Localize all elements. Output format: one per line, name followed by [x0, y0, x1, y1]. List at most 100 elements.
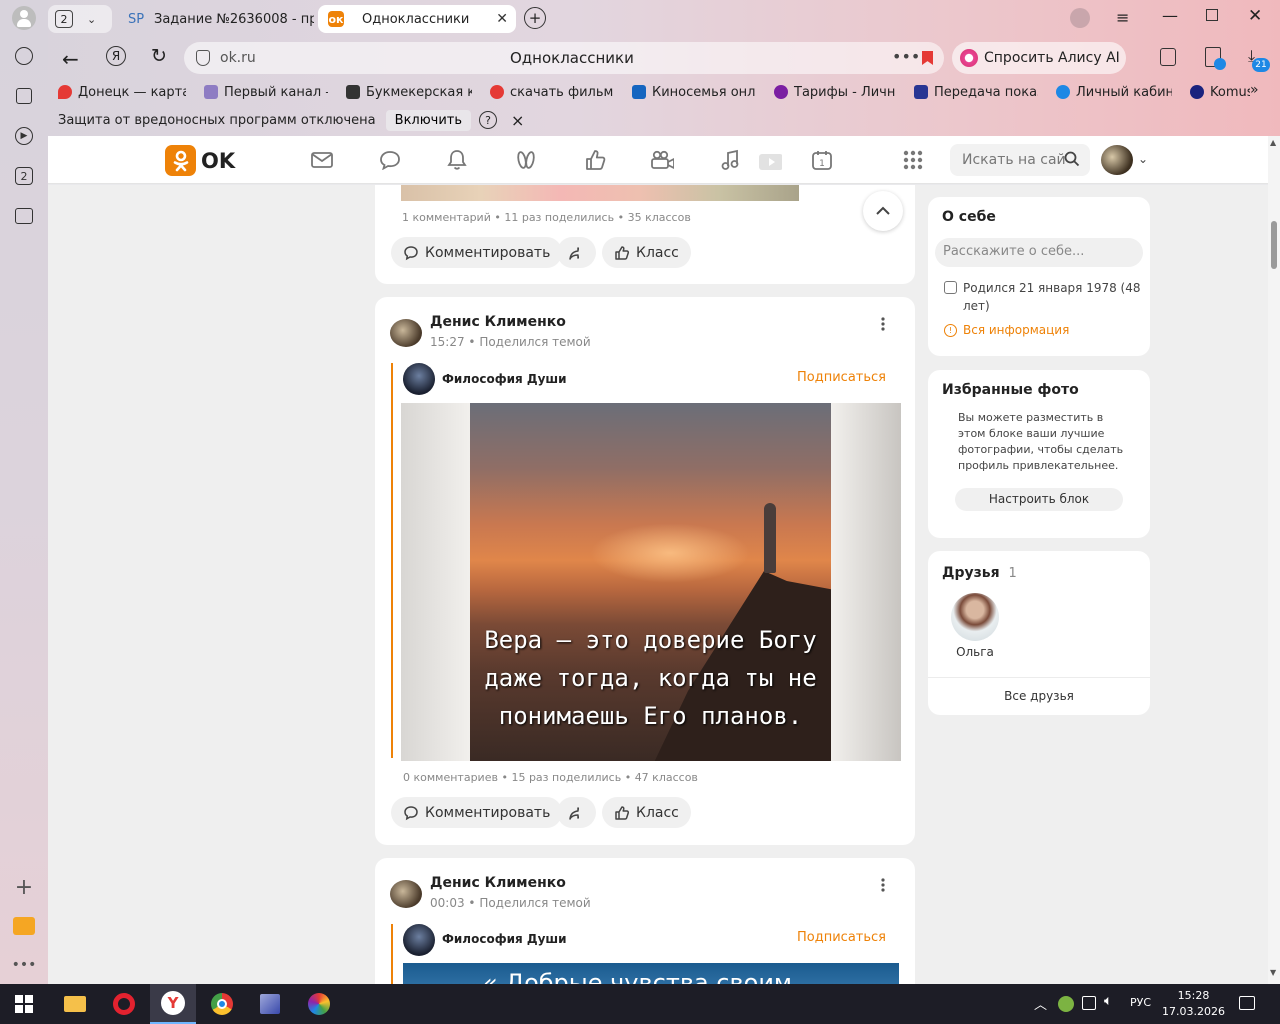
- close-tab-icon[interactable]: ✕: [496, 11, 508, 27]
- bookmark-item[interactable]: скачать фильмы 2: [490, 82, 614, 102]
- dismiss-icon[interactable]: ×: [511, 111, 524, 130]
- bookmark-item[interactable]: Тарифы - Личный: [774, 82, 896, 102]
- profile-chevron-icon[interactable]: ⌄: [1138, 152, 1148, 166]
- back-icon[interactable]: ←: [62, 47, 79, 71]
- tab-task[interactable]: SP Задание №2636008 - про: [118, 5, 314, 33]
- menu-icon[interactable]: ≡: [1116, 8, 1129, 27]
- group-avatar[interactable]: [403, 924, 435, 956]
- like-button[interactable]: Класс: [602, 797, 691, 828]
- profile-avatar[interactable]: [1101, 145, 1133, 175]
- friends-title[interactable]: Друзья 1: [942, 565, 1017, 581]
- collections-rail-icon[interactable]: [12, 84, 36, 108]
- bookmark-item[interactable]: Киносемья онлай: [632, 82, 756, 102]
- scrollbar-thumb[interactable]: [1271, 221, 1277, 269]
- image-viewer-icon[interactable]: [256, 990, 284, 1018]
- more-icon[interactable]: •••: [892, 47, 920, 66]
- system-clock[interactable]: 15:28 17.03.2026: [1162, 988, 1225, 1020]
- collections-icon[interactable]: [1160, 48, 1176, 66]
- group-name[interactable]: Философия Души: [442, 372, 567, 386]
- friend-name[interactable]: Ольга: [928, 645, 1022, 659]
- scroll-top-button[interactable]: [863, 191, 903, 231]
- enable-protection-button[interactable]: Включить: [385, 109, 472, 131]
- music-icon[interactable]: [718, 148, 742, 172]
- post-image[interactable]: « Добрые чувства своим: [403, 963, 899, 984]
- group-name[interactable]: Философия Души: [442, 932, 567, 946]
- configure-block-button[interactable]: Настроить блок: [955, 488, 1123, 511]
- scroll-down-arrow[interactable]: ▼: [1270, 968, 1276, 977]
- subscribe-button[interactable]: Подписаться: [797, 370, 886, 385]
- color-app-icon[interactable]: [305, 990, 333, 1018]
- post-author[interactable]: Денис Клименко: [430, 875, 566, 891]
- yandex-icon[interactable]: Я: [106, 46, 126, 66]
- chrome-icon[interactable]: [208, 990, 236, 1018]
- mail-icon[interactable]: [310, 148, 334, 172]
- author-avatar[interactable]: [390, 319, 422, 347]
- windows-start-icon[interactable]: [10, 990, 38, 1018]
- page-scrollbar[interactable]: ▲ ▼: [1268, 136, 1280, 984]
- bookmark-icon[interactable]: [922, 51, 933, 65]
- subscribe-button[interactable]: Подписаться: [797, 930, 886, 945]
- bookmark-item[interactable]: Komus: [1190, 82, 1250, 102]
- bookmarks-overflow-icon[interactable]: »: [1250, 82, 1259, 98]
- comment-button[interactable]: Комментировать: [391, 797, 563, 828]
- tab-count-button[interactable]: 2 ⌄: [48, 5, 112, 33]
- notifications-icon[interactable]: [1239, 996, 1255, 1010]
- bookmark-item[interactable]: Передача показа: [914, 82, 1038, 102]
- bell-icon[interactable]: [445, 148, 469, 172]
- guests-icon[interactable]: [514, 148, 538, 172]
- ok-logo[interactable]: OK: [165, 145, 235, 176]
- search-icon[interactable]: [1064, 151, 1080, 171]
- extension-icon[interactable]: [1205, 47, 1226, 70]
- scroll-up-arrow[interactable]: ▲: [1270, 138, 1276, 147]
- add-icon[interactable]: +: [12, 875, 36, 900]
- bookmark-item[interactable]: Первый канал —: [204, 82, 328, 102]
- tray-chevron-icon[interactable]: ︿: [1034, 994, 1047, 1013]
- history-icon[interactable]: [12, 44, 36, 68]
- tab-odnoklassniki[interactable]: ок Одноклассники ✕: [318, 5, 516, 33]
- bookmark-item[interactable]: Личный кабинет: [1056, 82, 1172, 102]
- ok-search-input[interactable]: Искать на сай: [950, 144, 1090, 176]
- tab-count-rail[interactable]: 2: [12, 164, 36, 188]
- language-indicator[interactable]: РУС: [1130, 996, 1151, 1009]
- play-icon[interactable]: ▶: [12, 124, 36, 148]
- more-rail-icon[interactable]: •••: [12, 953, 37, 977]
- mail-app-icon[interactable]: [12, 914, 36, 938]
- all-friends-link[interactable]: Все друзья: [928, 689, 1150, 703]
- yandex-browser-icon[interactable]: Y: [150, 984, 196, 1024]
- reload-icon[interactable]: ↻: [151, 45, 167, 67]
- alice-button[interactable]: Спросить Алису AI: [952, 42, 1126, 74]
- group-avatar[interactable]: [403, 363, 435, 395]
- share-button[interactable]: [557, 237, 596, 268]
- about-input[interactable]: Расскажите о себе...: [935, 238, 1143, 267]
- post-image[interactable]: Вера – это доверие Богу даже тогда, когд…: [401, 403, 901, 761]
- share-button[interactable]: [557, 797, 596, 828]
- like-button[interactable]: Класс: [602, 237, 691, 268]
- security-tray-icon[interactable]: [1058, 996, 1074, 1012]
- all-info-link[interactable]: Вся информация: [963, 323, 1069, 337]
- bookmark-item[interactable]: Донецк — карта,: [58, 82, 186, 102]
- comment-button[interactable]: Комментировать: [391, 237, 563, 268]
- help-icon[interactable]: ?: [479, 111, 498, 129]
- restore-icon[interactable]: [1206, 9, 1218, 21]
- address-bar[interactable]: ok.ru Одноклассники •••: [184, 42, 944, 74]
- network-icon[interactable]: [1082, 996, 1096, 1010]
- close-window-icon[interactable]: ✕: [1248, 6, 1262, 26]
- account-icon[interactable]: [1070, 8, 1090, 28]
- volume-icon[interactable]: 🔈︎: [1104, 993, 1112, 1009]
- chat-icon[interactable]: [378, 148, 402, 172]
- new-tab-button[interactable]: +: [524, 7, 546, 29]
- screenshot-icon[interactable]: [12, 204, 36, 228]
- friend-avatar[interactable]: [951, 593, 999, 641]
- video-camera-icon[interactable]: [650, 148, 674, 172]
- minimize-icon[interactable]: —: [1162, 6, 1178, 25]
- author-avatar[interactable]: [390, 880, 422, 908]
- profile-icon[interactable]: [12, 6, 36, 30]
- opera-icon[interactable]: [110, 990, 138, 1018]
- post-author[interactable]: Денис Клименко: [430, 314, 566, 330]
- file-explorer-icon[interactable]: [61, 990, 89, 1018]
- bookmark-item[interactable]: Букмекерская ко: [346, 82, 472, 102]
- post-menu-icon[interactable]: [881, 876, 889, 897]
- apps-grid-icon[interactable]: [901, 148, 925, 172]
- post-menu-icon[interactable]: [881, 315, 889, 336]
- calendar-icon[interactable]: 1: [810, 148, 834, 172]
